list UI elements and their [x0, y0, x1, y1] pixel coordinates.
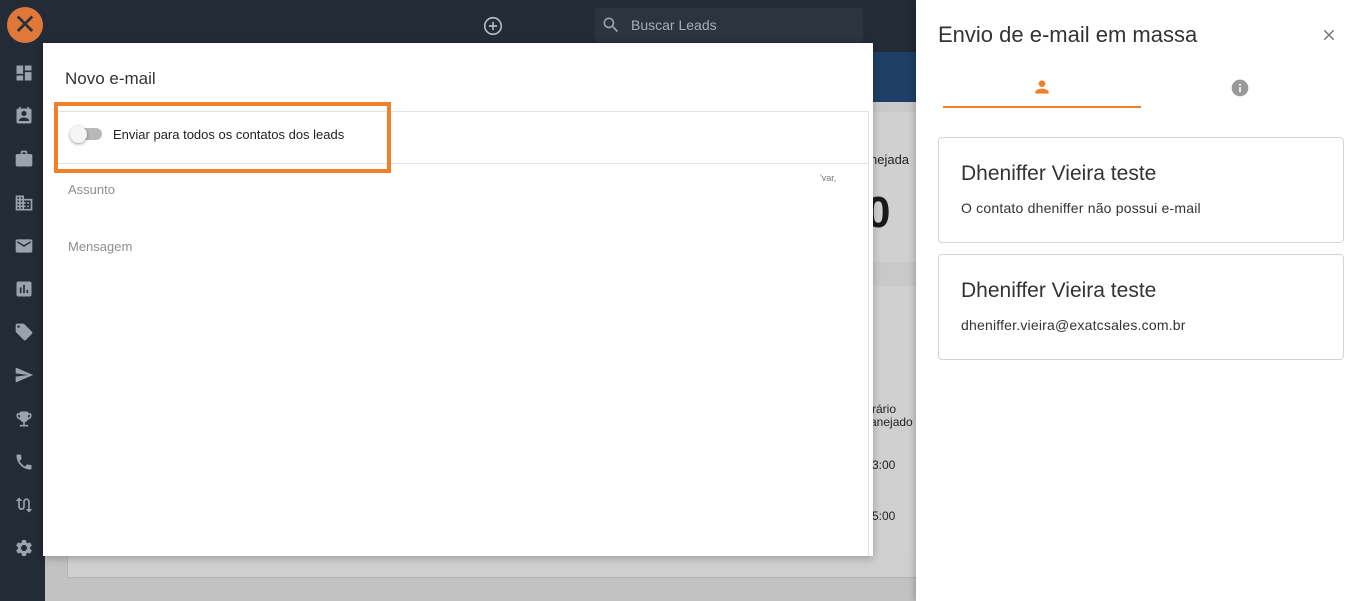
tag-icon[interactable] — [13, 321, 35, 343]
briefcase-icon[interactable] — [13, 148, 35, 170]
bar-chart-icon[interactable] — [13, 278, 35, 300]
scrollbar[interactable] — [868, 111, 869, 556]
contact-card[interactable]: Dheniffer Vieira teste O contato dheniff… — [938, 137, 1344, 243]
tab-contacts[interactable] — [943, 68, 1141, 108]
close-icon — [1323, 29, 1335, 41]
search-input[interactable] — [631, 8, 851, 42]
trophy-icon[interactable] — [13, 408, 35, 430]
info-icon — [1231, 79, 1249, 97]
app-logo[interactable]: ✕ — [7, 7, 43, 43]
sidebar: ✕ — [0, 0, 45, 601]
search-icon[interactable] — [601, 15, 621, 35]
person-icon — [1035, 80, 1049, 94]
contact-card[interactable]: Dheniffer Vieira teste dheniffer.vieira@… — [938, 254, 1344, 360]
contact-email-status: O contato dheniffer não possui e-mail — [961, 200, 1201, 216]
send-all-toggle[interactable] — [70, 126, 102, 143]
close-button[interactable] — [1318, 24, 1340, 46]
phone-icon[interactable] — [13, 451, 35, 473]
route-icon[interactable] — [13, 494, 35, 516]
dashboard-icon[interactable] — [13, 62, 35, 84]
toggle-label: Enviar para todos os contatos dos leads — [113, 127, 345, 142]
contact-email: dheniffer.vieira@exatcsales.com.br — [961, 317, 1186, 333]
divider — [53, 111, 868, 112]
search-box — [595, 8, 863, 42]
contacts-icon[interactable] — [13, 105, 35, 127]
background-time-2: 5:00 — [872, 509, 896, 523]
mail-icon[interactable] — [13, 235, 35, 257]
gear-icon[interactable] — [13, 537, 35, 559]
variable-hint: 'var, — [820, 173, 837, 183]
background-label-planejada: nejada — [870, 152, 910, 167]
new-email-modal: Novo e-mail Enviar para todos os contato… — [43, 43, 873, 556]
background-label-planejado: anejado — [870, 415, 913, 429]
contact-name: Dheniffer Vieira teste — [961, 162, 1157, 185]
subject-field[interactable]: Assunto — [68, 182, 115, 197]
background-header-strip — [873, 52, 916, 102]
message-field[interactable]: Mensagem — [68, 239, 132, 254]
modal-title: Novo e-mail — [65, 69, 156, 88]
divider — [53, 163, 868, 164]
mass-email-panel: Envio de e-mail em massa Dheniffer Vieir… — [916, 0, 1365, 601]
add-circle-icon[interactable] — [482, 15, 504, 37]
building-icon[interactable] — [13, 192, 35, 214]
send-icon[interactable] — [13, 364, 35, 386]
background-table-card — [873, 286, 916, 596]
contact-name: Dheniffer Vieira teste — [961, 279, 1157, 302]
background-card — [873, 112, 916, 262]
background-bottom-inner — [67, 556, 916, 578]
panel-title: Envio de e-mail em massa — [938, 22, 1198, 47]
background-time-1: 3:00 — [872, 458, 896, 472]
toggle-knob — [70, 126, 87, 143]
background-label-horario: rário — [872, 402, 897, 416]
tab-info[interactable] — [1141, 68, 1339, 108]
